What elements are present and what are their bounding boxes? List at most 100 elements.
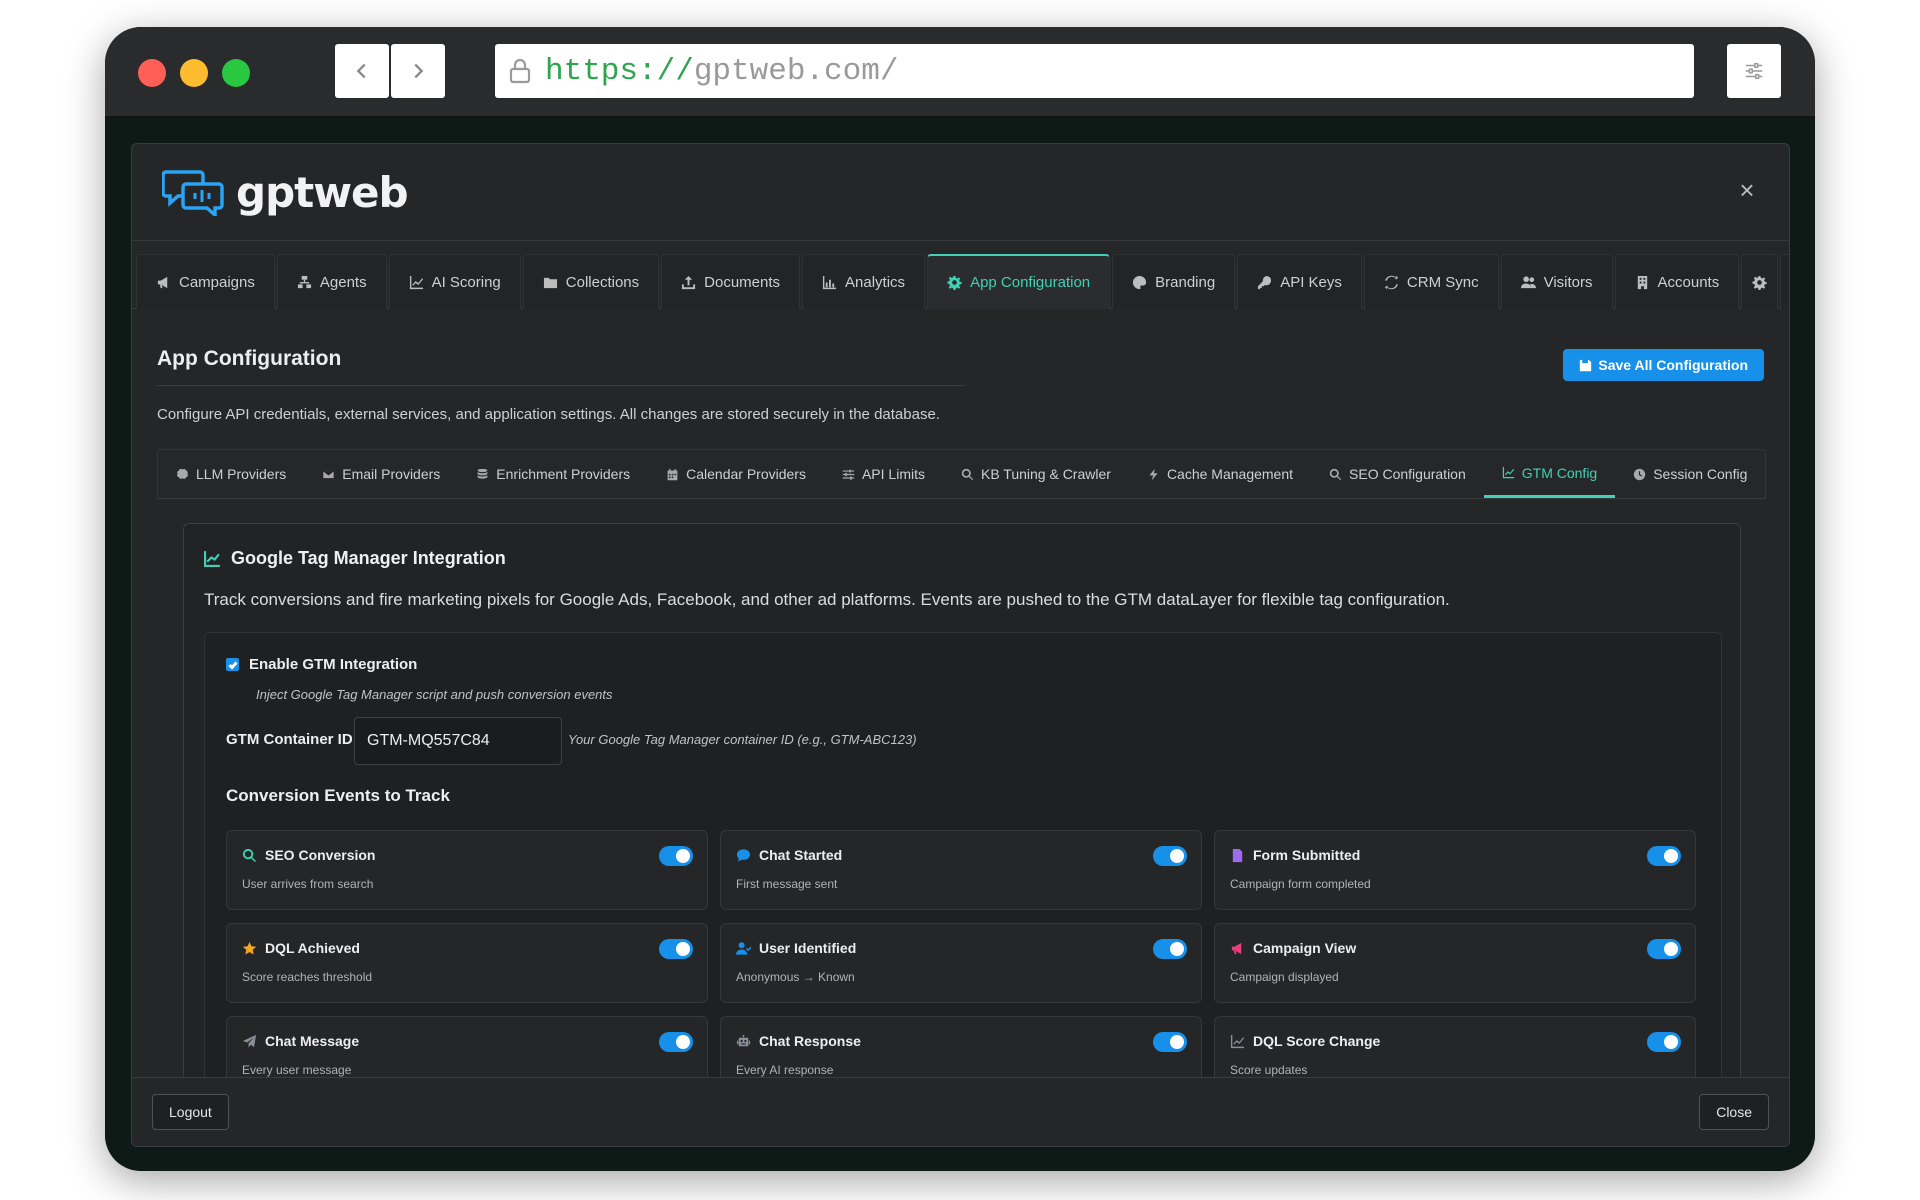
event-name-label: Form Submitted — [1253, 847, 1361, 863]
event-name: Form Submitted — [1230, 847, 1360, 863]
subtab-enrichment-providers[interactable]: Enrichment Providers — [458, 450, 648, 498]
event-name-label: Chat Message — [265, 1033, 360, 1049]
container-id-help: Your Google Tag Manager container ID (e.… — [568, 732, 917, 747]
event-name-label: Chat Started — [759, 847, 843, 863]
event-description: User arrives from search — [242, 877, 374, 891]
save-button-label: Save All Configuration — [1598, 357, 1748, 373]
url-host: gptweb.com/ — [693, 53, 899, 89]
title-divider — [157, 385, 965, 386]
tab-label: AI Scoring — [431, 273, 501, 291]
subtab-gtm-config[interactable]: GTM Config — [1483, 450, 1616, 498]
config-subtab-bar: LLM Providers Email Providers Enrichment P… — [157, 449, 1766, 499]
subtab-email-providers[interactable]: Email Providers — [304, 450, 458, 498]
settings-modal: gptweb × Campaigns Agents AI Scoring Collec… — [131, 143, 1790, 1147]
window-maximize-dot[interactable] — [222, 59, 250, 87]
save-all-configuration-button[interactable]: Save All Configuration — [1563, 349, 1764, 381]
tab-campaigns[interactable]: Campaigns — [136, 254, 275, 309]
users-icon — [1520, 275, 1536, 288]
tab-api-keys[interactable]: API Keys — [1237, 254, 1362, 309]
event-toggle[interactable] — [1647, 939, 1681, 959]
tab-accounts[interactable]: Accounts — [1614, 254, 1740, 309]
event-toggle[interactable] — [659, 939, 693, 959]
event-toggle[interactable] — [659, 846, 693, 866]
envelope-icon — [322, 469, 335, 479]
tab-label: Collections — [565, 273, 640, 291]
enable-gtm-label: Enable GTM Integration — [249, 656, 418, 673]
sliders-icon — [842, 469, 855, 480]
window-close-dot[interactable] — [138, 59, 166, 87]
tab-ai-scoring[interactable]: AI Scoring — [388, 254, 521, 309]
tab-visitors[interactable]: Visitors — [1500, 254, 1613, 309]
gear-icon — [947, 275, 962, 290]
tab-app-configuration[interactable]: App Configuration — [927, 254, 1111, 309]
tab-settings-icon-button[interactable] — [1741, 254, 1779, 309]
event-card: Campaign View Campaign displayed — [1214, 923, 1696, 1003]
subtab-label: LLM Providers — [196, 466, 287, 482]
tab-users-icon-button[interactable] — [1780, 254, 1789, 309]
tab-label: CRM Sync — [1406, 273, 1479, 291]
forward-button[interactable] — [391, 44, 445, 98]
tab-label: Analytics — [845, 273, 906, 291]
folder-icon — [543, 277, 557, 288]
modal-close-icon[interactable]: × — [1735, 177, 1759, 203]
event-toggle[interactable] — [1647, 1032, 1681, 1052]
chart-bar-icon — [822, 275, 837, 289]
url-scheme: https:// — [545, 53, 694, 89]
search-icon — [1329, 468, 1342, 480]
gtm-panel: Google Tag Manager Integration Track con… — [183, 523, 1741, 1146]
tab-label: App Configuration — [970, 274, 1091, 291]
subtab-label: SEO Configuration — [1349, 466, 1466, 482]
calendar-icon — [667, 468, 678, 480]
gtm-description: Track conversions and fire marketing pix… — [204, 590, 1450, 609]
tab-analytics[interactable]: Analytics — [802, 254, 926, 309]
chart-line-icon — [1230, 1034, 1245, 1048]
container-id-input[interactable]: GTM-MQ557C84 — [354, 717, 562, 765]
event-description: Every user message — [242, 1063, 352, 1077]
chart-line-icon — [1502, 466, 1514, 479]
tab-label: Documents — [704, 273, 781, 291]
tab-crm-sync[interactable]: CRM Sync — [1363, 254, 1499, 309]
tab-documents[interactable]: Documents — [661, 254, 801, 309]
tab-collections[interactable]: Collections — [522, 254, 660, 309]
file-icon — [1232, 848, 1243, 862]
browser-menu-button[interactable] — [1727, 44, 1781, 98]
event-name: Chat Started — [736, 847, 842, 863]
event-name-label: DQL Achieved — [265, 940, 360, 956]
event-toggle[interactable] — [1153, 1032, 1187, 1052]
address-bar[interactable]: https://gptweb.com/ — [495, 44, 1694, 98]
event-toggle[interactable] — [1153, 939, 1187, 959]
subtab-llm-providers[interactable]: LLM Providers — [158, 450, 304, 498]
modal-header: gptweb × — [132, 144, 1789, 241]
tab-branding[interactable]: Branding — [1112, 254, 1236, 309]
event-toggle[interactable] — [659, 1032, 693, 1052]
sliders-icon — [1745, 62, 1763, 80]
event-description: First message sent — [736, 877, 838, 891]
subtab-session-config[interactable]: Session Config — [1615, 450, 1765, 498]
search-icon — [242, 848, 256, 862]
megaphone-icon — [157, 276, 168, 288]
close-button[interactable]: Close — [1699, 1094, 1769, 1130]
event-description: Every AI response — [736, 1063, 834, 1077]
tab-label: Agents — [319, 273, 367, 291]
chart-line-icon — [409, 275, 423, 289]
event-name-label: DQL Score Change — [1253, 1033, 1381, 1049]
paper-plane-icon — [242, 1034, 257, 1048]
tab-agents[interactable]: Agents — [276, 254, 387, 309]
event-toggle[interactable] — [1153, 846, 1187, 866]
user-check-icon — [736, 941, 751, 955]
event-card: DQL Achieved Score reaches threshold — [226, 923, 708, 1003]
subtab-cache-management[interactable]: Cache Management — [1129, 450, 1311, 498]
subtab-calendar-providers[interactable]: Calendar Providers — [648, 450, 824, 498]
database-icon — [477, 468, 488, 479]
enable-gtm-row[interactable]: Enable GTM Integration — [226, 656, 417, 673]
subtab-seo-configuration[interactable]: SEO Configuration — [1311, 450, 1484, 498]
window-minimize-dot[interactable] — [180, 59, 208, 87]
logout-button[interactable]: Logout — [152, 1094, 229, 1130]
enable-gtm-checkbox[interactable] — [226, 658, 239, 671]
subtab-kb-tuning-crawler[interactable]: KB Tuning & Crawler — [943, 450, 1129, 498]
subtab-label: Session Config — [1653, 466, 1748, 482]
event-toggle[interactable] — [1647, 846, 1681, 866]
subtab-api-limits[interactable]: API Limits — [824, 450, 943, 498]
chevron-right-icon — [414, 63, 424, 79]
back-button[interactable] — [335, 44, 389, 98]
